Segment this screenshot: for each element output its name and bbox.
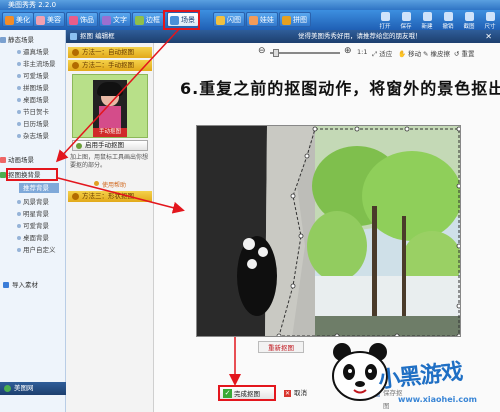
- check-icon: ✓: [223, 389, 232, 398]
- cancel-button[interactable]: ✕ 取消: [283, 387, 313, 400]
- redo-cutout-button[interactable]: 重新抠图: [258, 341, 304, 353]
- cancel-icon: ✕: [284, 390, 291, 397]
- annotation-arrows: [55, 27, 241, 386]
- complete-cutout-button[interactable]: ✓ 完成抠图: [218, 385, 276, 401]
- site-url: www.xiaohei.com: [398, 395, 477, 404]
